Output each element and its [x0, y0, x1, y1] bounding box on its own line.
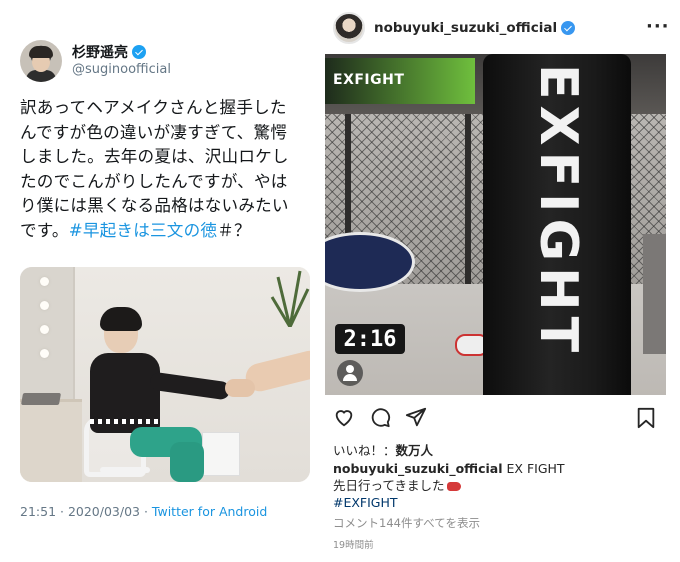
user-icon-body [343, 374, 357, 381]
tweet-timestamp[interactable]: 21:51 · 2020/03/03 · [20, 504, 152, 519]
user-icon-head [346, 365, 354, 373]
photo-cage-post [465, 114, 471, 294]
tweet-text-line: んですが色の違いが凄すぎて、驚愕 [20, 122, 288, 142]
comment-icon[interactable] [369, 406, 391, 428]
tweet-text-line: 訳あってヘアメイクさんと握手した [20, 98, 287, 117]
tweet-client-link[interactable]: Twitter for Android [152, 504, 267, 519]
tweet-text-line: り僕には黒くなる品格はないみたい [20, 196, 289, 215]
post-action-bar [333, 406, 668, 430]
tweet-text-line: たのでこんがりしたんですが、やは [20, 171, 288, 191]
photo-laptop [20, 393, 62, 405]
caption-line: 先日行ってきました [333, 478, 445, 493]
photo-plant [270, 270, 310, 327]
verified-badge-icon [132, 45, 146, 59]
boxing-glove-icon [446, 482, 461, 491]
post-time: 19時間前 [333, 540, 374, 551]
mirror-bulb [40, 325, 49, 334]
photo-desk [20, 399, 82, 482]
photo-person-legs-lower [170, 442, 204, 482]
likes-value: 数万人 [395, 443, 434, 458]
photo-timer: 2:16 [335, 324, 405, 354]
post-caption: nobuyuki_suzuki_official EX FIGHT 先日行ってき… [333, 460, 663, 511]
tweet-text-last-line: です。#早起きは三文の徳＃？ [20, 219, 312, 244]
mirror-bulb [40, 301, 49, 310]
share-icon[interactable] [405, 406, 427, 428]
post-photo[interactable]: EXFIGHT 2:16 EXFIGHT [325, 54, 666, 395]
likes-count[interactable]: いいね！：数万人 [333, 440, 433, 459]
caption-username[interactable]: nobuyuki_suzuki_official [333, 461, 503, 476]
tagged-user-icon[interactable] [337, 360, 363, 386]
likes-label: いいね！： [333, 443, 396, 458]
tweet-author-handle[interactable]: @suginoofficial [72, 62, 171, 77]
instagram-post: nobuyuki_suzuki_official ··· EXFIGHT 2:1… [320, 0, 680, 562]
heart-icon[interactable] [333, 406, 355, 428]
tweet-meta: 21:51 · 2020/03/03 · Twitter for Android [20, 504, 267, 519]
mirror-bulb [40, 277, 49, 286]
photo-handshake [225, 379, 255, 397]
photo-mirror [20, 267, 75, 402]
tweet-author-avatar[interactable] [20, 40, 62, 82]
tweet-author-name[interactable]: 杉野遥亮 [72, 42, 128, 62]
tweet-text-line: しました。去年の夏は、沢山ロケし [20, 147, 289, 166]
photo-box [202, 432, 240, 476]
photo-bag-text: EXFIGHT [528, 64, 588, 359]
post-author-row[interactable]: nobuyuki_suzuki_official [374, 20, 576, 36]
photo-screen-text: EXFIGHT [333, 72, 405, 88]
photo-person-hair [100, 307, 142, 331]
caption-hashtag-link[interactable]: #EXFIGHT [333, 494, 663, 511]
avatar-hair [29, 46, 53, 58]
view-all-comments-link[interactable]: コメント144件すべてを表示 [333, 515, 480, 531]
photo-shelf [643, 234, 666, 354]
bookmark-icon[interactable] [635, 406, 657, 430]
caption-title: EX FIGHT [506, 461, 565, 476]
more-options-icon[interactable]: ··· [646, 16, 670, 37]
tweet-photo[interactable] [20, 267, 310, 482]
tweet-text-prefix: です。 [20, 220, 69, 240]
tweet-card: 杉野遥亮 @suginoofficial 訳あってヘアメイクさんと握手した んで… [0, 0, 320, 562]
post-author-username[interactable]: nobuyuki_suzuki_official [374, 20, 557, 36]
tweet-text-suffix: ＃？ [217, 220, 251, 240]
photo-person-trim [90, 419, 160, 424]
verified-badge-icon [561, 21, 576, 35]
post-author-avatar[interactable] [333, 12, 365, 44]
tweet-hashtag-link[interactable]: #早起きは三文の徳 [69, 221, 217, 240]
photo-screen: EXFIGHT [325, 58, 475, 104]
tweet-author-name-row[interactable]: 杉野遥亮 [72, 42, 146, 62]
photo-chair-base [100, 467, 150, 473]
tweet-text: 訳あってヘアメイクさんと握手した んですが色の違いが凄すぎて、驚愕 しました。去… [20, 96, 312, 243]
mirror-bulb [40, 349, 49, 358]
